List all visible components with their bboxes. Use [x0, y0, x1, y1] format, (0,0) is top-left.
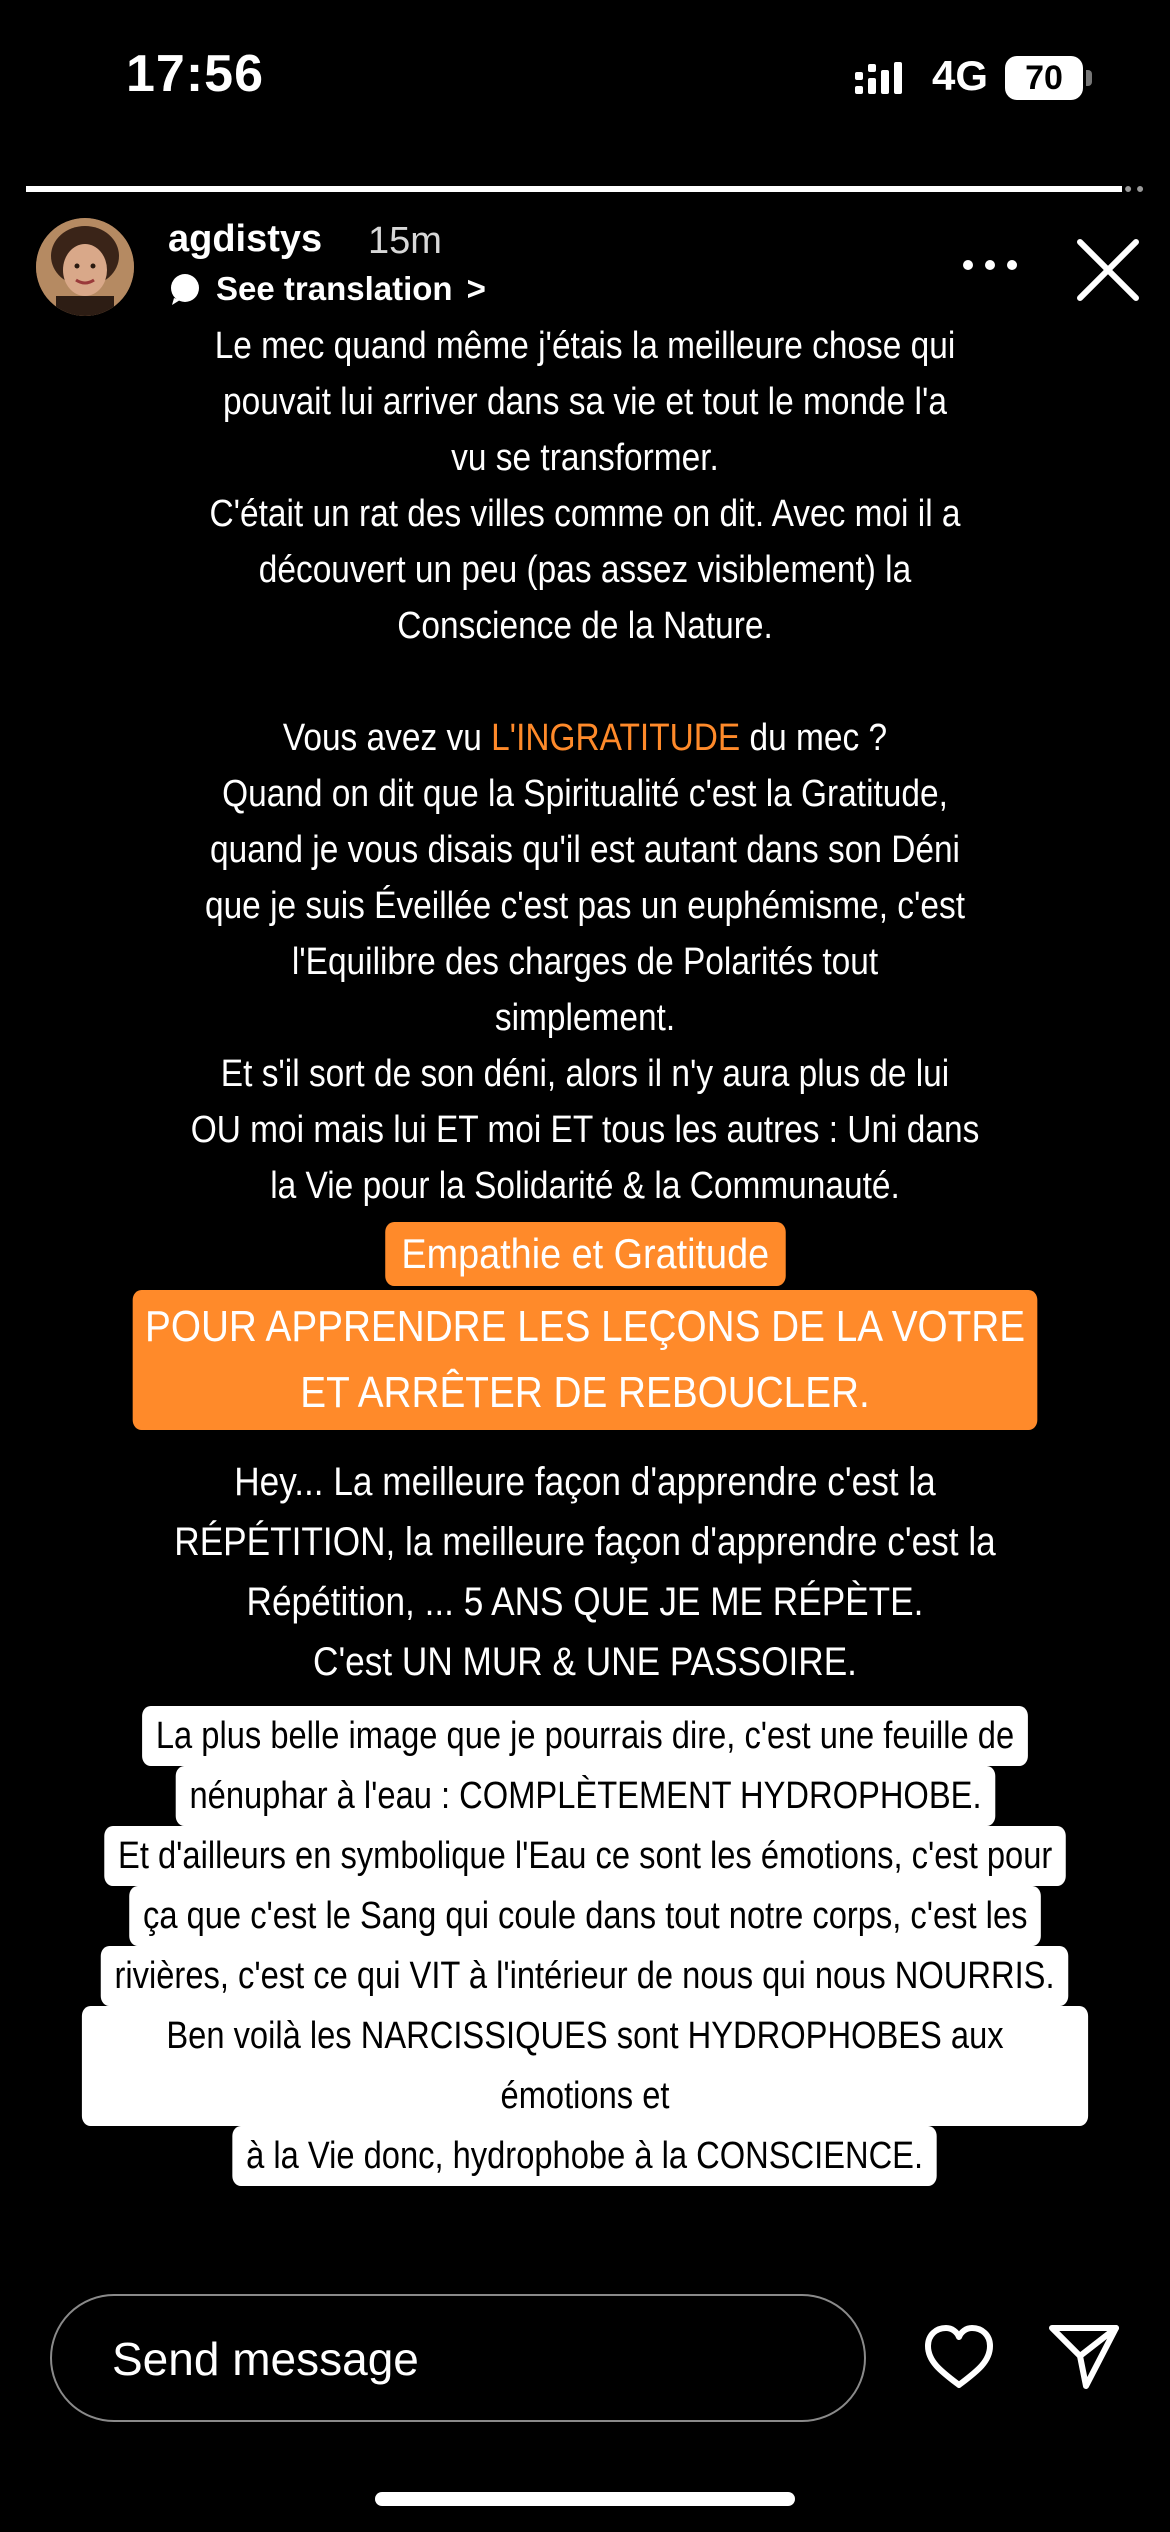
see-translation-button[interactable]: See translation >: [168, 270, 486, 308]
send-icon[interactable]: [1046, 2318, 1122, 2394]
label-line: à la Vie donc, hydrophobe à la CONSCIENC…: [232, 2126, 938, 2186]
highlight-line: ET ARRÊTER DE REBOUCLER.: [300, 1368, 870, 1417]
label-line: La plus belle image que je pourrais dire…: [142, 1706, 1028, 1766]
story-line: que je suis Éveillée c'est pas un euphém…: [204, 885, 965, 927]
network-type: 4G: [932, 52, 989, 99]
signal-icon: [855, 62, 902, 94]
chevron-right-icon: >: [466, 270, 486, 307]
story-text-block-1: Le mec quand même j'étais la meilleure c…: [70, 318, 1100, 1214]
story-text-block-2: Hey... La meilleure façon d'apprendre c'…: [70, 1452, 1100, 1692]
story-line: RÉPÉTITION, la meilleure façon d'apprend…: [174, 1520, 996, 1564]
story-line: la Vie pour la Solidarité & la Communaut…: [270, 1165, 900, 1207]
story-line: découvert un peu (pas assez visiblement)…: [258, 549, 912, 591]
see-translation-label: See translation: [216, 270, 453, 307]
story-line: Hey... La meilleure façon d'apprendre c'…: [234, 1460, 936, 1504]
progress-fill: [26, 186, 1122, 192]
battery-icon: 70: [1005, 56, 1095, 100]
ingratitude-highlight: L'INGRATITUDE: [491, 717, 741, 759]
story-line: Conscience de la Nature.: [397, 605, 773, 647]
story-line: Et s'il sort de son déni, alors il n'y a…: [220, 1053, 950, 1095]
story-line: Répétition, ... 5 ANS QUE JE ME RÉPÈTE.: [246, 1580, 924, 1624]
send-message-placeholder: Send message: [112, 2333, 419, 2385]
username[interactable]: agdistys: [168, 218, 322, 261]
avatar[interactable]: [36, 218, 134, 316]
label-line: rivières, c'est ce qui VIT à l'intérieur…: [101, 1946, 1069, 2006]
home-indicator: [375, 2492, 795, 2506]
highlight-apprendre: POUR APPRENDRE LES LEÇONS DE LA VOTRE ET …: [0, 1290, 1170, 1430]
story-line: l'Equilibre des charges de Polarités tou…: [291, 941, 879, 983]
story-text-block-3: La plus belle image que je pourrais dire…: [0, 1706, 1170, 2186]
label-line: Ben voilà les NARCISSIQUES sont HYDROPHO…: [81, 2006, 1089, 2126]
heart-icon[interactable]: [922, 2322, 996, 2392]
highlight-line: POUR APPRENDRE LES LEÇONS DE LA VOTRE: [144, 1302, 1026, 1351]
highlight-empathie: Empathie et Gratitude: [0, 1222, 1170, 1286]
story-text: du mec ?: [740, 717, 888, 759]
story-line: C'était un rat des villes comme on dit. …: [209, 493, 961, 535]
story-line: C'est UN MUR & UNE PASSOIRE.: [313, 1640, 857, 1684]
highlight-empathie-text: Empathie et Gratitude: [384, 1222, 786, 1286]
highlight-apprendre-text: POUR APPRENDRE LES LEÇONS DE LA VOTRE ET …: [132, 1290, 1038, 1430]
story-line: simplement.: [494, 997, 676, 1039]
story-line: vu se transformer.: [451, 437, 719, 479]
story-text: Vous avez vu: [282, 717, 492, 759]
story-line: Quand on dit que la Spiritualité c'est l…: [222, 773, 948, 815]
label-line: ça que c'est le Sang qui coule dans tout…: [128, 1886, 1041, 1946]
story-line: OU moi mais lui ET moi ET tous les autre…: [190, 1109, 980, 1151]
story-line-ingratitude: Vous avez vu L'INGRATITUDE du mec ?: [70, 710, 1100, 766]
story-line: pouvait lui arriver dans sa vie et tout …: [223, 381, 947, 423]
translate-icon: [171, 274, 199, 305]
story-line: quand je vous disais qu'il est autant da…: [209, 829, 960, 871]
battery-level: 70: [1025, 59, 1063, 97]
close-icon[interactable]: [1070, 232, 1146, 308]
label-line: Et d'ailleurs en symbolique l'Eau ce son…: [104, 1826, 1066, 1886]
label-line: nénuphar à l'eau : COMPLÈTEMENT HYDROPHO…: [175, 1766, 995, 1826]
post-time: 15m: [368, 220, 442, 262]
status-time: 17:56: [126, 45, 264, 103]
story-progress-bar: [26, 186, 1144, 192]
more-icon[interactable]: [955, 240, 1025, 290]
story-line: Le mec quand même j'étais la meilleure c…: [214, 325, 956, 367]
